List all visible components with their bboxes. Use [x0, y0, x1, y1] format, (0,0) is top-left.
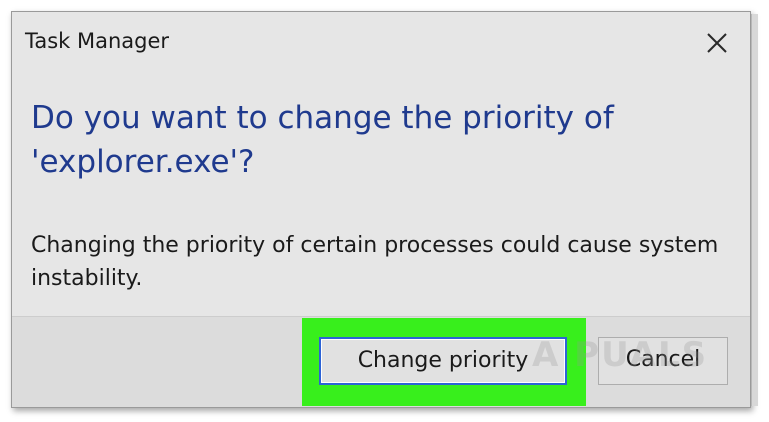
change-priority-button[interactable]: Change priority	[319, 337, 567, 385]
close-icon	[707, 33, 727, 53]
main-instruction: Do you want to change the priority of 'e…	[31, 100, 614, 180]
dialog-title: Task Manager	[25, 29, 170, 53]
title-bar: Task Manager	[12, 12, 750, 74]
close-button[interactable]	[702, 28, 732, 58]
task-manager-dialog: Task Manager Do you want to change the p…	[11, 11, 751, 408]
button-area: Change priority Cancel A PUALS	[12, 316, 750, 407]
cancel-button[interactable]: Cancel	[598, 337, 728, 385]
window-edge	[751, 14, 758, 406]
warning-text: Changing the priority of certain process…	[31, 233, 719, 291]
